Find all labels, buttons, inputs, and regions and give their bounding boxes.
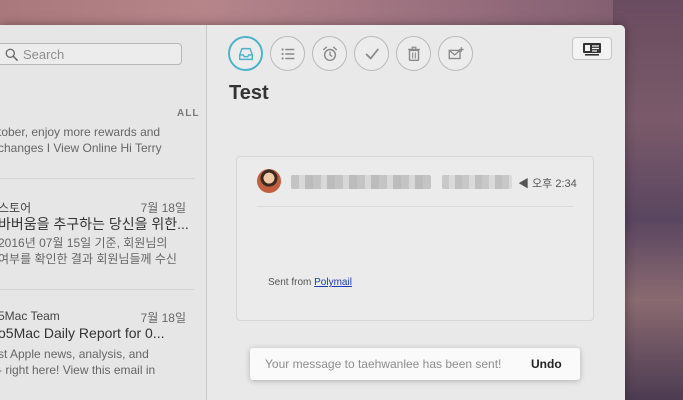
- message-time: ◀ 오후 2:34: [518, 178, 577, 190]
- list-item-sender: 5Mac Team: [0, 309, 60, 323]
- message-card: ◀ 오후 2:34 Sent from Polymail: [236, 156, 594, 321]
- message-pane: Test ◀ 오후 2:34 Sent from Polymail: [208, 25, 625, 400]
- list-item-preview: 여부를 확인한 결과 회원님들께 수신: [0, 252, 177, 266]
- list-icon: [281, 47, 294, 60]
- message-toolbar: [228, 36, 480, 71]
- list-item-preview: st Apple news, analysis, and: [0, 347, 149, 361]
- undo-button[interactable]: Undo: [531, 357, 562, 371]
- mail-window: ALL tober, enjoy more rewards and change…: [0, 25, 625, 400]
- signature-prefix: Sent from: [268, 277, 315, 288]
- card-divider: [257, 206, 573, 207]
- signature: Sent from Polymail: [268, 277, 352, 288]
- search-icon: [5, 48, 18, 61]
- message-subject: Test: [229, 82, 269, 104]
- checkmark-icon: [365, 48, 379, 59]
- filter-all-label[interactable]: ALL: [177, 108, 199, 119]
- polymail-link[interactable]: Polymail: [314, 277, 352, 288]
- list-divider: [0, 178, 195, 179]
- mark-done-button[interactable]: [354, 36, 389, 71]
- card-view-icon: [583, 42, 601, 56]
- trash-icon: [407, 46, 420, 61]
- list-item-preview: changes I View Online Hi Terry: [0, 141, 162, 155]
- list-item-preview: 2016년 07월 15일 기준, 회원님의: [0, 236, 168, 250]
- sent-toast: Your message to taehwanlee has been sent…: [250, 348, 580, 380]
- search-input[interactable]: [23, 46, 173, 62]
- search-field[interactable]: [0, 43, 182, 65]
- reading-view-button[interactable]: [572, 37, 612, 60]
- envelope-plus-icon: [448, 46, 464, 59]
- avatar[interactable]: [257, 169, 281, 193]
- list-item-subject: o5Mac Daily Report for 0...: [0, 325, 165, 341]
- list-item-preview: tober, enjoy more rewards and: [0, 125, 161, 139]
- inbox-icon: [238, 47, 253, 60]
- toast-message: Your message to taehwanlee has been sent…: [265, 357, 502, 371]
- list-item-preview: - right here! View this email in: [0, 363, 156, 377]
- list-item-date: 7월 18일: [140, 311, 186, 325]
- list-item-subject: 바버움을 추구하는 당신을 위한...: [0, 216, 189, 232]
- list-item[interactable]: 5Mac Team 7월 18일 o5Mac Daily Report for …: [0, 303, 207, 400]
- list-item[interactable]: 스토어 7월 18일 바버움을 추구하는 당신을 위한... 2016년 07월…: [0, 193, 207, 288]
- message-list-sidebar: ALL tober, enjoy more rewards and change…: [0, 25, 207, 400]
- list-divider: [0, 289, 195, 290]
- inbox-button[interactable]: [228, 36, 263, 71]
- sender-email-redacted: [442, 175, 512, 189]
- list-button[interactable]: [270, 36, 305, 71]
- delete-button[interactable]: [396, 36, 431, 71]
- snooze-button[interactable]: [312, 36, 347, 71]
- list-item[interactable]: tober, enjoy more rewards and changes I …: [0, 120, 207, 182]
- compose-reply-button[interactable]: [438, 36, 473, 71]
- sender-name-redacted: [291, 175, 431, 189]
- alarm-clock-icon: [322, 46, 337, 61]
